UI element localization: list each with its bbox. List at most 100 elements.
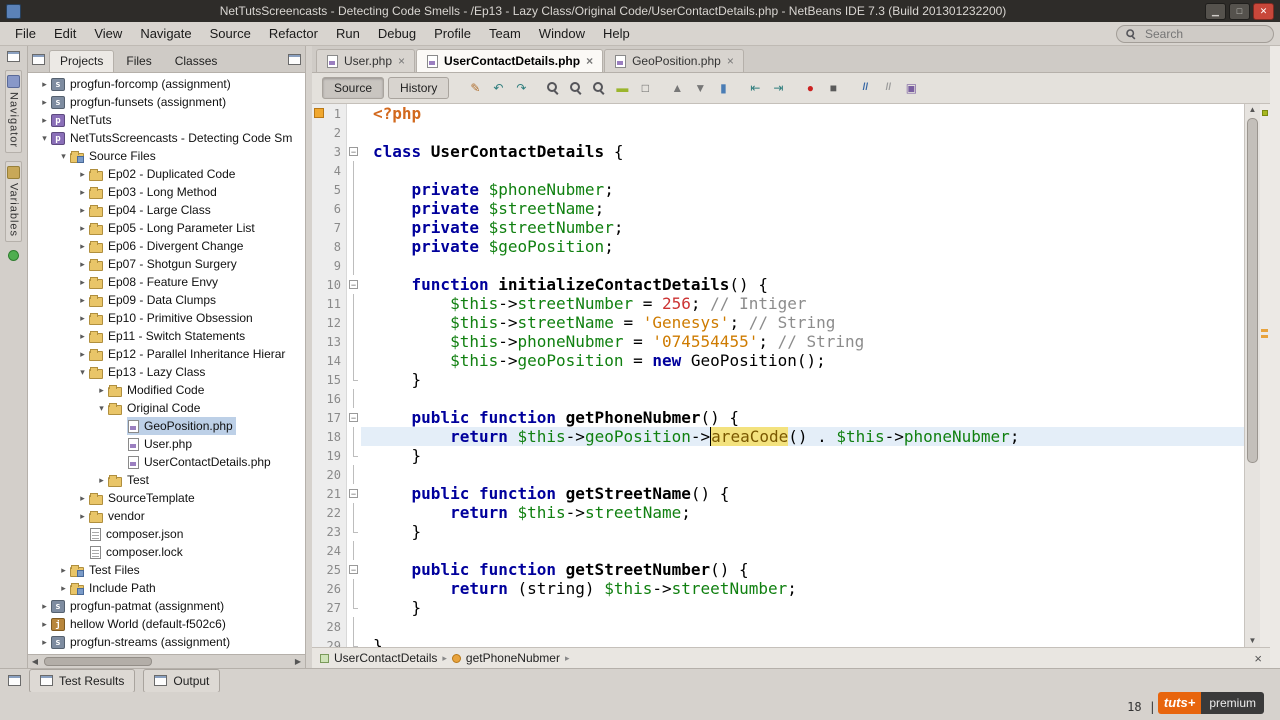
tree-item-progfun-patmat-assignment[interactable]: ▸ progfun-patmat (assignment) xyxy=(28,597,305,615)
history-view-button[interactable]: History xyxy=(388,77,450,99)
gutter-line[interactable]: 7 xyxy=(312,218,346,237)
collapse-icon[interactable]: ▾ xyxy=(76,363,89,381)
dock-tab-variables[interactable]: Variables xyxy=(5,161,22,243)
collapse-icon[interactable]: ▾ xyxy=(95,399,108,417)
menu-item-window[interactable]: Window xyxy=(530,23,594,44)
code-line[interactable]: return $this->streetName; xyxy=(361,503,1244,522)
tree-item-ep09-data-clumps[interactable]: ▸ Ep09 - Data Clumps xyxy=(28,291,305,309)
expand-icon[interactable]: ▸ xyxy=(76,165,89,183)
collapse-icon[interactable]: ▾ xyxy=(57,147,70,165)
gutter-line[interactable]: 23 xyxy=(312,522,346,541)
expand-icon[interactable]: ▸ xyxy=(38,93,51,111)
code-line[interactable]: function initializeContactDetails() { xyxy=(361,275,1244,294)
collapse-icon[interactable]: ▾ xyxy=(38,129,51,147)
gutter-line[interactable]: 18 xyxy=(312,427,346,446)
code-line[interactable]: } xyxy=(361,370,1244,389)
code-line[interactable]: private $geoPosition; xyxy=(361,237,1244,256)
source-view-button[interactable]: Source xyxy=(322,77,385,99)
menu-item-edit[interactable]: Edit xyxy=(45,23,85,44)
minimize-button[interactable]: ▁ xyxy=(1205,2,1226,20)
close-button[interactable]: ✕ xyxy=(1253,2,1274,20)
gutter-line[interactable]: 25 xyxy=(312,560,346,579)
toggle-highlight-search-icon[interactable]: ▬ xyxy=(612,78,632,98)
forward-icon[interactable]: ↷ xyxy=(511,78,531,98)
code-line[interactable] xyxy=(361,617,1244,636)
gutter-line[interactable]: 21 xyxy=(312,484,346,503)
code-line[interactable]: public function getStreetName() { xyxy=(361,484,1244,503)
expand-icon[interactable]: ▸ xyxy=(95,471,108,489)
menu-item-debug[interactable]: Debug xyxy=(369,23,425,44)
expand-icon[interactable]: ▸ xyxy=(38,75,51,93)
search-input[interactable] xyxy=(1143,25,1259,42)
error-stripe-mark[interactable] xyxy=(1261,335,1268,338)
tab-files[interactable]: Files xyxy=(115,50,162,72)
tree-item-progfun-streams-assignment[interactable]: ▸ progfun-streams (assignment) xyxy=(28,633,305,651)
expand-icon[interactable]: ▸ xyxy=(38,111,51,129)
find-selection-icon[interactable] xyxy=(543,78,563,98)
code-line[interactable] xyxy=(361,161,1244,180)
gutter-line[interactable]: 9 xyxy=(312,256,346,275)
tree-item-geoposition-php[interactable]: GeoPosition.php xyxy=(28,417,305,435)
menu-item-profile[interactable]: Profile xyxy=(425,23,480,44)
tree-item-ep05-long-parameter-list[interactable]: ▸ Ep05 - Long Parameter List xyxy=(28,219,305,237)
tree-item-modified-code[interactable]: ▸ Modified Code xyxy=(28,381,305,399)
expand-icon[interactable]: ▸ xyxy=(76,201,89,219)
expand-icon[interactable]: ▸ xyxy=(76,291,89,309)
expand-icon[interactable]: ▸ xyxy=(76,507,89,525)
tree-item-vendor[interactable]: ▸ vendor xyxy=(28,507,305,525)
gutter-line[interactable]: 26 xyxy=(312,579,346,598)
gutter-line[interactable]: 16 xyxy=(312,389,346,408)
code-line[interactable]: public function getStreetNumber() { xyxy=(361,560,1244,579)
tree-item-ep03-long-method[interactable]: ▸ Ep03 - Long Method xyxy=(28,183,305,201)
comment-icon[interactable]: // xyxy=(855,78,875,98)
expand-icon[interactable]: ▸ xyxy=(38,615,51,633)
fold-toggle-icon[interactable] xyxy=(347,142,361,161)
breadcrumb-item-getphonenubmer[interactable]: getPhoneNubmer xyxy=(451,651,560,665)
tree-item-ep07-shotgun-surgery[interactable]: ▸ Ep07 - Shotgun Surgery xyxy=(28,255,305,273)
tree-item-nettuts[interactable]: ▸ NetTuts xyxy=(28,111,305,129)
bottom-tab-test-results[interactable]: Test Results xyxy=(29,668,136,693)
gutter-line[interactable]: 12 xyxy=(312,313,346,332)
expand-icon[interactable]: ▸ xyxy=(38,597,51,615)
code-line[interactable]: class UserContactDetails { xyxy=(361,142,1244,161)
editor-tab-usercontactdetails-php[interactable]: UserContactDetails.php × xyxy=(416,49,604,72)
code-line[interactable]: $this->streetNumber = 256; // Intiger xyxy=(361,294,1244,313)
find-previous-icon[interactable] xyxy=(566,78,586,98)
gutter-line[interactable]: 3 xyxy=(312,142,346,161)
start-macro-recording-icon[interactable]: ● xyxy=(800,78,820,98)
dock-window-icon[interactable] xyxy=(7,51,20,62)
quick-search-box[interactable] xyxy=(1116,24,1274,43)
editor-scroll-thumb[interactable] xyxy=(1247,118,1258,463)
stop-macro-recording-icon[interactable]: ■ xyxy=(823,78,843,98)
tree-item-ep06-divergent-change[interactable]: ▸ Ep06 - Divergent Change xyxy=(28,237,305,255)
expand-icon[interactable]: ▸ xyxy=(95,381,108,399)
tree-item-ep11-switch-statements[interactable]: ▸ Ep11 - Switch Statements xyxy=(28,327,305,345)
code-line[interactable]: private $streetName; xyxy=(361,199,1244,218)
tree-item-ep04-large-class[interactable]: ▸ Ep04 - Large Class xyxy=(28,201,305,219)
menu-item-refactor[interactable]: Refactor xyxy=(260,23,327,44)
code-line[interactable] xyxy=(361,123,1244,142)
expand-icon[interactable]: ▸ xyxy=(76,345,89,363)
tree-item-composer-lock[interactable]: composer.lock xyxy=(28,543,305,561)
next-bookmark-icon[interactable]: ▼ xyxy=(690,78,710,98)
gutter-line[interactable]: 27 xyxy=(312,598,346,617)
gutter-line[interactable]: 24 xyxy=(312,541,346,560)
expand-icon[interactable]: ▸ xyxy=(76,237,89,255)
expand-icon[interactable]: ▸ xyxy=(57,579,70,597)
scroll-left-icon[interactable]: ◀ xyxy=(28,655,42,668)
expand-icon[interactable]: ▸ xyxy=(76,327,89,345)
breadcrumb-item-usercontactdetails[interactable]: UserContactDetails xyxy=(320,651,437,665)
code-line[interactable]: } xyxy=(361,636,1244,647)
toggle-rectangular-selection-icon[interactable]: □ xyxy=(635,78,655,98)
last-edit-icon[interactable]: ✎ xyxy=(465,78,485,98)
panel-dock-icon[interactable] xyxy=(32,53,45,65)
expand-icon[interactable]: ▸ xyxy=(76,183,89,201)
code-line[interactable]: $this->phoneNubmer = '074554455'; // Str… xyxy=(361,332,1244,351)
tree-horizontal-scrollbar[interactable]: ◀ ▶ xyxy=(28,654,305,668)
gutter-line[interactable]: 14 xyxy=(312,351,346,370)
expand-icon[interactable]: ▸ xyxy=(57,561,70,579)
breadcrumb-close-icon[interactable]: × xyxy=(1254,652,1262,665)
menu-item-view[interactable]: View xyxy=(85,23,131,44)
shift-line-right-icon[interactable]: ⇥ xyxy=(768,78,788,98)
code-line[interactable]: private $phoneNubmer; xyxy=(361,180,1244,199)
